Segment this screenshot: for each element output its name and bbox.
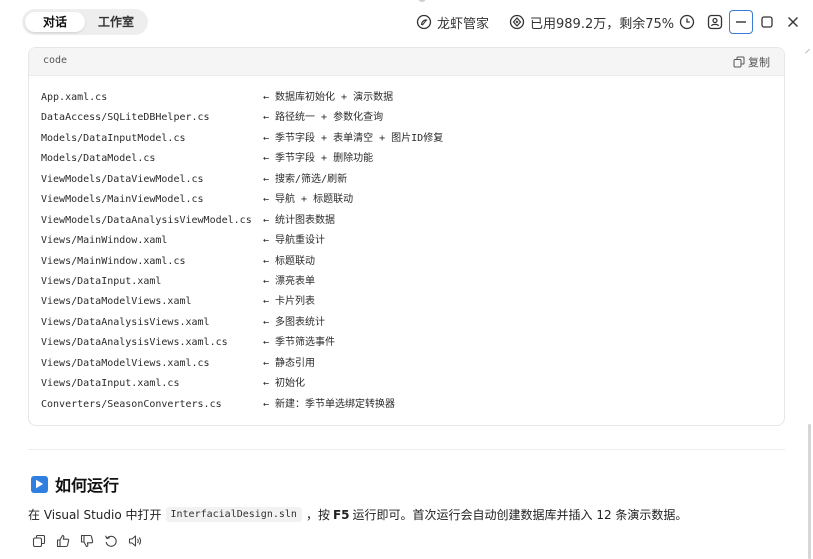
- code-file: Models/DataModel.cs: [41, 153, 156, 165]
- quota-label: 已用989.2万，剩余75%: [530, 16, 675, 32]
- history-button[interactable]: [676, 11, 698, 33]
- code-comment: ← 标题联动: [263, 255, 316, 267]
- code-comment: ← 统计图表数据: [263, 214, 336, 226]
- code-comment: ← 新建：季节单选绑定转换器: [263, 398, 396, 410]
- run-section-heading: 如何运行: [31, 474, 120, 495]
- code-file: ViewModels/MainViewModel.cs: [41, 194, 204, 206]
- solution-file-code: InterfacialDesign.sln: [165, 507, 302, 522]
- code-comment: ← 多图表统计: [263, 316, 326, 328]
- code-file: Views/DataAnalysisViews.xaml: [41, 316, 210, 328]
- code-file: Views/MainWindow.xaml: [41, 235, 168, 247]
- run-section-title: 如何运行: [55, 476, 120, 495]
- retry-button[interactable]: [103, 533, 119, 549]
- quota-icon: [509, 14, 525, 30]
- code-file: Models/DataInputModel.cs: [41, 132, 186, 144]
- mode-switch: 对话 工作室: [22, 9, 148, 35]
- copy-action-button[interactable]: [31, 533, 47, 549]
- user-icon: [707, 14, 723, 30]
- play-icon: [31, 475, 48, 493]
- code-file: Converters/SeasonConverters.cs: [41, 398, 222, 410]
- minimize-icon: [736, 21, 746, 23]
- top-indicator: [418, 0, 426, 2]
- code-comment: ← 卡片列表: [263, 296, 316, 308]
- code-comment: ← 搜索/筛选/刷新: [263, 173, 348, 185]
- quota-indicator[interactable]: 已用989.2万，剩余75%: [509, 12, 674, 32]
- code-file: Views/DataModelViews.xaml.cs: [41, 357, 210, 369]
- code-block: code 复制 App.xaml.cs ← 数据库初始化 + 演示数据 DataA…: [28, 47, 785, 426]
- top-bar: 对话 工作室 龙虾管家 已用989.2万，剩余75%: [0, 0, 813, 44]
- shrimp-manager-button[interactable]: 龙虾管家: [416, 12, 489, 32]
- code-comment: ← 静态引用: [263, 357, 316, 369]
- run-desc-suffix: 运行即可。首次运行会自动创建数据库并插入 12 条演示数据。: [352, 508, 688, 522]
- edge-mark: [805, 48, 813, 57]
- code-comment: ← 季节字段 + 表单清空 + 图片ID修复: [263, 132, 444, 144]
- tab-chat[interactable]: 对话: [25, 12, 85, 32]
- code-file: Views/DataInput.xaml.cs: [41, 378, 180, 390]
- run-description: 在 Visual Studio 中打开 InterfacialDesign.sl…: [28, 506, 687, 523]
- section-divider: [28, 449, 785, 450]
- retry-icon: [105, 535, 117, 547]
- minimize-button[interactable]: [729, 10, 753, 34]
- history-icon: [679, 14, 695, 30]
- code-file: ViewModels/DataAnalysisViewModel.cs: [41, 214, 252, 226]
- code-file: DataAccess/SQLiteDBHelper.cs: [41, 112, 210, 124]
- maximize-icon: [761, 16, 773, 28]
- run-desc-mid: ，按: [305, 508, 330, 522]
- like-button[interactable]: [55, 533, 71, 549]
- dislike-button[interactable]: [79, 533, 95, 549]
- close-icon: [788, 17, 798, 27]
- code-comment: ← 数据库初始化 + 演示数据: [263, 92, 394, 103]
- code-comment: ← 导航 + 标题联动: [263, 194, 354, 206]
- tab-studio[interactable]: 工作室: [88, 12, 144, 32]
- message-actions: [31, 533, 151, 549]
- copy-action-icon: [32, 534, 46, 548]
- code-file: ViewModels/DataViewModel.cs: [41, 173, 204, 185]
- close-button[interactable]: [782, 11, 804, 33]
- code-file: App.xaml.cs: [41, 92, 108, 103]
- code-comment: ← 季节筛选事件: [263, 337, 336, 349]
- copy-label: 复制: [748, 56, 770, 69]
- read-aloud-button[interactable]: [127, 533, 143, 549]
- code-file: Views/DataInput.xaml: [41, 275, 162, 287]
- code-block-header: code 复制: [29, 48, 784, 76]
- code-comment: ← 路径统一 + 参数化查询: [263, 112, 384, 124]
- run-key: F5: [332, 507, 350, 522]
- copy-icon: [733, 56, 745, 68]
- code-file: Views/DataModelViews.xaml: [41, 296, 192, 308]
- thumbs-down-icon: [80, 534, 94, 548]
- code-language-label: code: [43, 55, 68, 66]
- shrimp-manager-label: 龙虾管家: [437, 16, 490, 32]
- code-comment: ← 初始化: [263, 378, 306, 390]
- code-comment: ← 导航重设计: [263, 235, 326, 247]
- code-comment: ← 漂亮表单: [263, 275, 316, 287]
- speaker-icon: [128, 535, 142, 547]
- run-desc-prefix: 在 Visual Studio 中打开: [28, 508, 162, 522]
- scrollbar-thumb[interactable]: [808, 424, 811, 559]
- code-comment: ← 季节字段 + 删除功能: [263, 153, 374, 165]
- shrimp-icon: [416, 14, 432, 30]
- code-file: Views/DataAnalysisViews.xaml.cs: [41, 337, 228, 349]
- user-button[interactable]: [704, 11, 726, 33]
- code-file: Views/MainWindow.xaml.cs: [41, 255, 186, 267]
- maximize-button[interactable]: [756, 11, 778, 33]
- thumbs-up-icon: [56, 534, 70, 548]
- copy-code-button[interactable]: 复制: [733, 54, 770, 70]
